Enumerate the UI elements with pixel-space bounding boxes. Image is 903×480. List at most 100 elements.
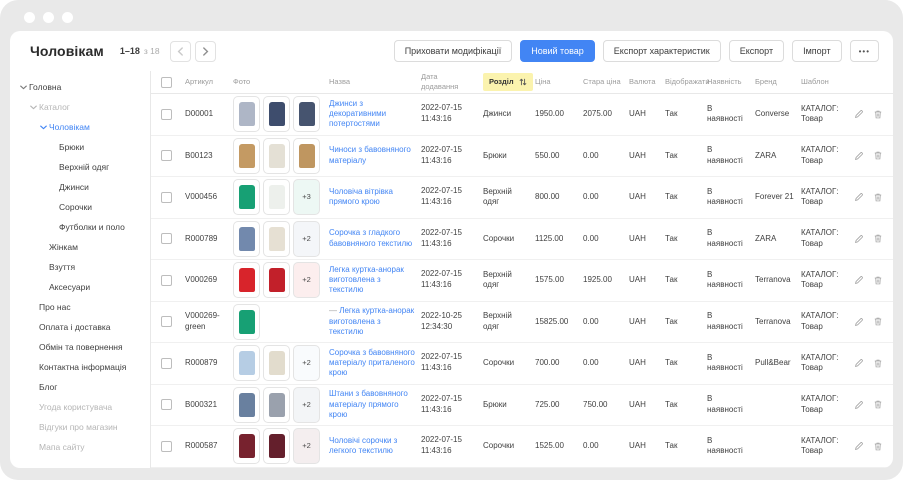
product-photo[interactable] (293, 138, 320, 174)
product-photo[interactable] (233, 221, 260, 257)
row-checkbox[interactable] (161, 275, 172, 286)
delete-icon[interactable] (873, 399, 883, 410)
import-button[interactable]: Імпорт (792, 40, 842, 62)
more-photos-badge[interactable]: +2 (293, 428, 320, 464)
product-photo[interactable] (263, 138, 290, 174)
row-checkbox[interactable] (161, 233, 172, 244)
product-photo[interactable] (233, 262, 260, 298)
row-checkbox[interactable] (161, 358, 172, 369)
window-control-dot[interactable] (62, 12, 73, 23)
product-photo[interactable] (263, 179, 290, 215)
edit-icon[interactable] (854, 234, 864, 244)
product-name-link[interactable]: Чоловіча вітрівка прямого крою (329, 187, 393, 206)
row-checkbox[interactable] (161, 441, 172, 452)
product-photo[interactable] (233, 138, 260, 174)
product-name-link[interactable]: Штани з бавовняного матеріалу прямого кр… (329, 389, 408, 419)
delete-icon[interactable] (873, 275, 883, 286)
product-photo[interactable] (263, 221, 290, 257)
delete-icon[interactable] (873, 233, 883, 244)
more-photos-badge[interactable]: +2 (293, 221, 320, 257)
edit-icon[interactable] (854, 400, 864, 410)
delete-icon[interactable] (873, 192, 883, 203)
sidebar-item[interactable]: Мапа сайту (20, 437, 150, 457)
column-header-photo[interactable]: Фото (233, 77, 329, 87)
product-name-link[interactable]: Чоловічі сорочки з легкого текстилю (329, 436, 397, 455)
row-checkbox[interactable] (161, 316, 172, 327)
edit-icon[interactable] (854, 441, 864, 451)
column-header-brand[interactable]: Бренд (755, 77, 801, 87)
sidebar-item[interactable]: Верхній одяг (20, 157, 150, 177)
sidebar-item[interactable]: Жінкам (20, 237, 150, 257)
product-name-link[interactable]: Легка куртка-анорак виготовлена з тексти… (329, 265, 404, 295)
product-photo[interactable] (263, 96, 290, 132)
delete-icon[interactable] (873, 316, 883, 327)
column-header-old-price[interactable]: Стара ціна (583, 77, 629, 87)
row-checkbox[interactable] (161, 150, 172, 161)
delete-icon[interactable] (873, 441, 883, 452)
product-photo[interactable] (233, 96, 260, 132)
more-photos-badge[interactable]: +2 (293, 262, 320, 298)
product-name-link[interactable]: Джинси з декоративними потертостями (329, 99, 386, 129)
delete-icon[interactable] (873, 109, 883, 120)
edit-icon[interactable] (854, 151, 864, 161)
product-photo[interactable] (233, 179, 260, 215)
sidebar-item[interactable]: Обмін та повернення (20, 337, 150, 357)
edit-icon[interactable] (854, 275, 864, 285)
column-header-date-added[interactable]: Дата додавання (421, 72, 483, 92)
more-actions-button[interactable]: ••• (850, 40, 879, 62)
sidebar-item[interactable]: Джинси (20, 177, 150, 197)
delete-icon[interactable] (873, 358, 883, 369)
sidebar-item[interactable]: Взуття (20, 257, 150, 277)
window-control-dot[interactable] (43, 12, 54, 23)
hide-modifications-button[interactable]: Приховати модифікації (394, 40, 513, 62)
more-photos-badge[interactable]: +3 (293, 179, 320, 215)
sidebar-item[interactable]: Оплата і доставка (20, 317, 150, 337)
export-characteristics-button[interactable]: Експорт характеристик (603, 40, 721, 62)
edit-icon[interactable] (854, 317, 864, 327)
sidebar-item[interactable]: Каталог (20, 97, 150, 117)
sidebar-item[interactable]: Брюки (20, 137, 150, 157)
column-header-sku[interactable]: Артикул (185, 77, 233, 87)
sidebar-item[interactable]: Контактна інформація (20, 357, 150, 377)
product-photo[interactable] (293, 96, 320, 132)
edit-icon[interactable] (854, 358, 864, 368)
more-photos-badge[interactable]: +2 (293, 345, 320, 381)
column-header-availability[interactable]: Наявність (707, 77, 755, 87)
product-photo[interactable] (263, 262, 290, 298)
edit-icon[interactable] (854, 109, 864, 119)
edit-icon[interactable] (854, 192, 864, 202)
delete-icon[interactable] (873, 150, 883, 161)
next-page-button[interactable] (195, 41, 216, 62)
export-button[interactable]: Експорт (729, 40, 784, 62)
sidebar-item[interactable]: Відгуки про магазин (20, 417, 150, 437)
column-header-template[interactable]: Шаблон (801, 77, 851, 87)
product-name-link[interactable]: Сорочка з гладкого бавовняного текстилю (329, 228, 412, 247)
column-header-display[interactable]: Відображати (665, 77, 707, 87)
more-photos-badge[interactable]: +2 (293, 387, 320, 423)
row-checkbox[interactable] (161, 109, 172, 120)
product-photo[interactable] (263, 387, 290, 423)
prev-page-button[interactable] (170, 41, 191, 62)
row-checkbox[interactable] (161, 192, 172, 203)
product-name-link[interactable]: Сорочка з бавовняного матеріалу притален… (329, 348, 415, 378)
product-name-link[interactable]: Легка куртка-анорак виготовлена з тексти… (329, 306, 414, 336)
column-header-price[interactable]: Ціна (535, 77, 583, 87)
sidebar-item[interactable]: Головна (20, 77, 150, 97)
sidebar-item[interactable]: Угода користувача (20, 397, 150, 417)
select-all-checkbox[interactable] (161, 77, 172, 88)
sidebar-item[interactable]: Футболки и поло (20, 217, 150, 237)
column-header-section[interactable]: Розділ (483, 73, 533, 91)
sidebar-item[interactable]: Сорочки (20, 197, 150, 217)
product-photo[interactable] (263, 345, 290, 381)
product-name-link[interactable]: Чиноси з бавовняного матеріалу (329, 145, 411, 164)
product-photo[interactable] (233, 304, 260, 340)
sidebar-item[interactable]: Про нас (20, 297, 150, 317)
sidebar-item[interactable]: Чоловікам (20, 117, 150, 137)
product-photo[interactable] (233, 428, 260, 464)
sidebar-item[interactable]: Блог (20, 377, 150, 397)
product-photo[interactable] (233, 345, 260, 381)
new-product-button[interactable]: Новий товар (520, 40, 595, 62)
row-checkbox[interactable] (161, 399, 172, 410)
column-header-currency[interactable]: Валюта (629, 77, 665, 87)
product-photo[interactable] (233, 387, 260, 423)
